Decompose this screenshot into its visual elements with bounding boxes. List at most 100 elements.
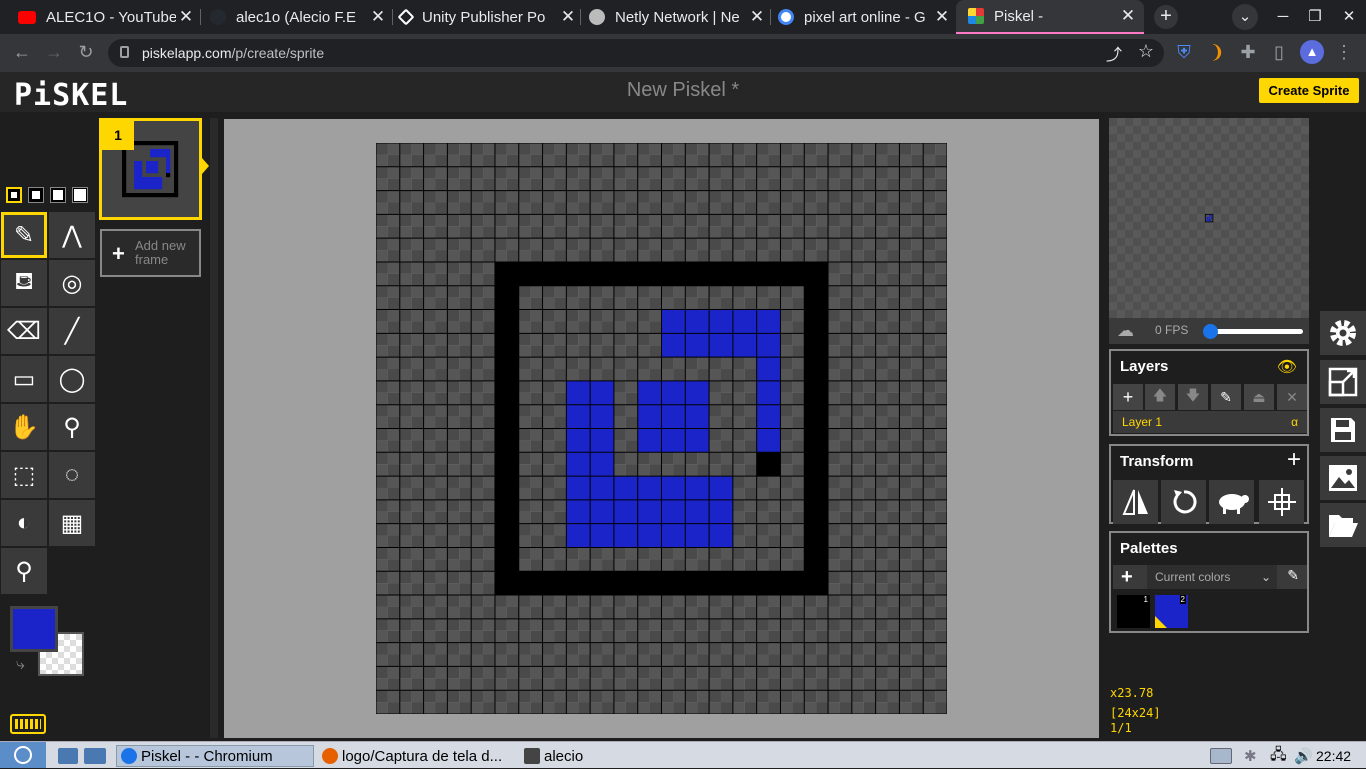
close-tab-icon[interactable]: ✕ xyxy=(932,7,952,27)
resize-icon[interactable] xyxy=(1320,360,1366,404)
pixel xyxy=(685,476,710,500)
taskbar-item-folder[interactable]: alecio xyxy=(520,745,583,767)
new-tab-button[interactable]: + xyxy=(1154,5,1178,29)
close-window-icon[interactable]: ✕ xyxy=(1336,4,1362,30)
pixel xyxy=(661,571,686,596)
maximize-icon[interactable]: ❐ xyxy=(1302,4,1328,30)
profile-avatar[interactable]: ▲ xyxy=(1300,40,1324,64)
export-image-icon[interactable] xyxy=(1320,456,1366,500)
reload-icon[interactable]: ↻ xyxy=(74,40,98,64)
share-icon[interactable]: ⤴ xyxy=(1106,41,1122,65)
volume-icon[interactable]: 🔊 xyxy=(1294,745,1313,767)
pixel xyxy=(566,380,591,405)
color-picker-tool[interactable]: ⚲ xyxy=(1,548,47,594)
show-desktop-icon[interactable] xyxy=(58,745,82,767)
move-layer-down-button[interactable]: 🡇 xyxy=(1178,384,1208,410)
minimize-icon[interactable]: ─ xyxy=(1270,4,1296,30)
menu-icon[interactable]: ⋮ xyxy=(1332,40,1356,64)
edit-layer-button[interactable]: ✎ xyxy=(1211,384,1241,410)
side-panel-icon[interactable]: ▯ xyxy=(1267,40,1291,64)
palette-swatch-selected[interactable]: 2 xyxy=(1155,595,1188,628)
close-tab-icon[interactable]: ✕ xyxy=(747,7,767,27)
onion-skin-icon[interactable]: ☁ xyxy=(1117,321,1134,341)
bluetooth-icon[interactable]: ✱ xyxy=(1244,745,1257,767)
browser-tab[interactable]: pixel art online - G ✕ xyxy=(778,0,952,34)
move-tool[interactable]: ✋ xyxy=(1,404,47,450)
primary-color-swatch[interactable] xyxy=(10,606,58,652)
start-menu-button[interactable] xyxy=(0,742,46,768)
lasso-selection-tool[interactable]: ◌ xyxy=(49,452,95,498)
tab-search-icon[interactable]: ⌄ xyxy=(1232,4,1258,30)
import-folder-icon[interactable] xyxy=(1320,503,1366,547)
close-tab-icon[interactable]: ✕ xyxy=(176,7,196,27)
sheep-icon[interactable] xyxy=(1209,480,1254,524)
layer-alpha[interactable]: α xyxy=(1291,411,1298,433)
move-layer-up-button[interactable]: 🡅 xyxy=(1145,384,1175,410)
close-tab-icon[interactable]: ✕ xyxy=(368,7,388,27)
delete-layer-button[interactable]: ✕ xyxy=(1277,384,1307,410)
fps-slider[interactable] xyxy=(1207,329,1303,334)
extension-icon[interactable]: ❩ xyxy=(1205,40,1229,64)
save-icon[interactable] xyxy=(1320,408,1366,452)
shape-selection-tool[interactable]: ⚲ xyxy=(49,404,95,450)
add-transform-icon[interactable]: + xyxy=(1287,446,1301,474)
paint-bucket-tool[interactable]: ⛾ xyxy=(1,260,47,306)
add-layer-button[interactable]: + xyxy=(1113,384,1143,410)
pen-tool[interactable]: ✎ xyxy=(1,212,47,258)
forward-icon[interactable]: → xyxy=(42,40,66,64)
browser-tab[interactable]: Unity Publisher Po ✕ xyxy=(397,0,578,34)
fps-slider-thumb[interactable] xyxy=(1203,324,1218,339)
create-sprite-button[interactable]: Create Sprite xyxy=(1259,78,1359,103)
palette-select[interactable]: Current colors ⌄ xyxy=(1147,565,1277,589)
close-tab-icon[interactable]: ✕ xyxy=(1118,6,1138,26)
rectangle-selection-tool[interactable]: ⬚ xyxy=(1,452,47,498)
add-palette-icon[interactable]: + xyxy=(1121,565,1133,589)
drawing-canvas[interactable] xyxy=(376,143,947,714)
pixel xyxy=(685,404,710,429)
layer-item[interactable]: Layer 1 α xyxy=(1113,411,1307,433)
eraser-tool[interactable]: ⌫ xyxy=(1,308,47,354)
bitwarden-icon[interactable]: ⛨ xyxy=(1172,40,1196,64)
keyboard-shortcuts-icon[interactable] xyxy=(10,714,46,734)
taskbar-item-chromium[interactable]: Piskel - - Chromium xyxy=(116,745,314,767)
pixel xyxy=(756,309,781,334)
pen-size-3[interactable] xyxy=(50,187,66,203)
palettes-panel: Palettes + Current colors ⌄ ✎ 1 2 xyxy=(1109,531,1309,633)
browser-tab[interactable]: alec1o (Alecio F.E ✕ xyxy=(210,0,388,34)
browser-tab-active[interactable]: Piskel - ✕ xyxy=(956,0,1144,34)
merge-layer-button[interactable]: ⏏ xyxy=(1244,384,1274,410)
pen-size-4[interactable] xyxy=(72,187,88,203)
stroke-tool[interactable]: ╱ xyxy=(49,308,95,354)
edit-palette-icon[interactable]: ✎ xyxy=(1287,567,1299,584)
pixel xyxy=(637,261,662,286)
dithering-tool[interactable]: ▦ xyxy=(49,500,95,546)
rotate-icon[interactable] xyxy=(1161,480,1206,524)
browser-tab[interactable]: ALEC1O - YouTube ✕ xyxy=(18,0,196,34)
browser-tab[interactable]: Netly Network | Ne ✕ xyxy=(589,0,767,34)
address-bar[interactable]: piskelapp.com/p/create/sprite ⤴ ☆ xyxy=(108,39,1164,67)
taskbar-item-firefox[interactable]: logo/Captura de tela d... xyxy=(318,745,514,767)
extensions-puzzle-icon[interactable]: ✚ xyxy=(1236,40,1260,64)
frame-thumbnail[interactable]: 1 xyxy=(99,118,202,220)
palette-swatch[interactable]: 1 xyxy=(1117,595,1150,628)
flip-icon[interactable] xyxy=(1113,480,1158,524)
vertical-mirror-tool[interactable]: ⋀ xyxy=(49,212,95,258)
piskel-icon xyxy=(968,8,984,24)
lighten-tool[interactable]: ◐ xyxy=(1,500,47,546)
network-icon[interactable]: 🖧 xyxy=(1270,745,1287,767)
add-frame-button[interactable]: + Add new frame xyxy=(100,229,201,277)
circle-tool[interactable]: ◯ xyxy=(49,356,95,402)
settings-gear-icon[interactable] xyxy=(1320,311,1366,355)
file-manager-icon[interactable] xyxy=(84,745,110,767)
swap-colors-icon[interactable]: ⤷ xyxy=(16,656,25,674)
rectangle-tool[interactable]: ▭ xyxy=(1,356,47,402)
paint-same-color-tool[interactable]: ◎ xyxy=(49,260,95,306)
center-icon[interactable] xyxy=(1259,480,1304,524)
close-tab-icon[interactable]: ✕ xyxy=(558,7,578,27)
keyboard-layout-icon[interactable] xyxy=(1210,745,1236,767)
bookmark-star-icon[interactable]: ☆ xyxy=(1138,41,1154,62)
pen-size-1[interactable] xyxy=(6,187,22,203)
eye-icon[interactable]: 👁 xyxy=(1277,357,1297,377)
back-icon[interactable]: ← xyxy=(10,40,34,64)
pen-size-2[interactable] xyxy=(28,187,44,203)
